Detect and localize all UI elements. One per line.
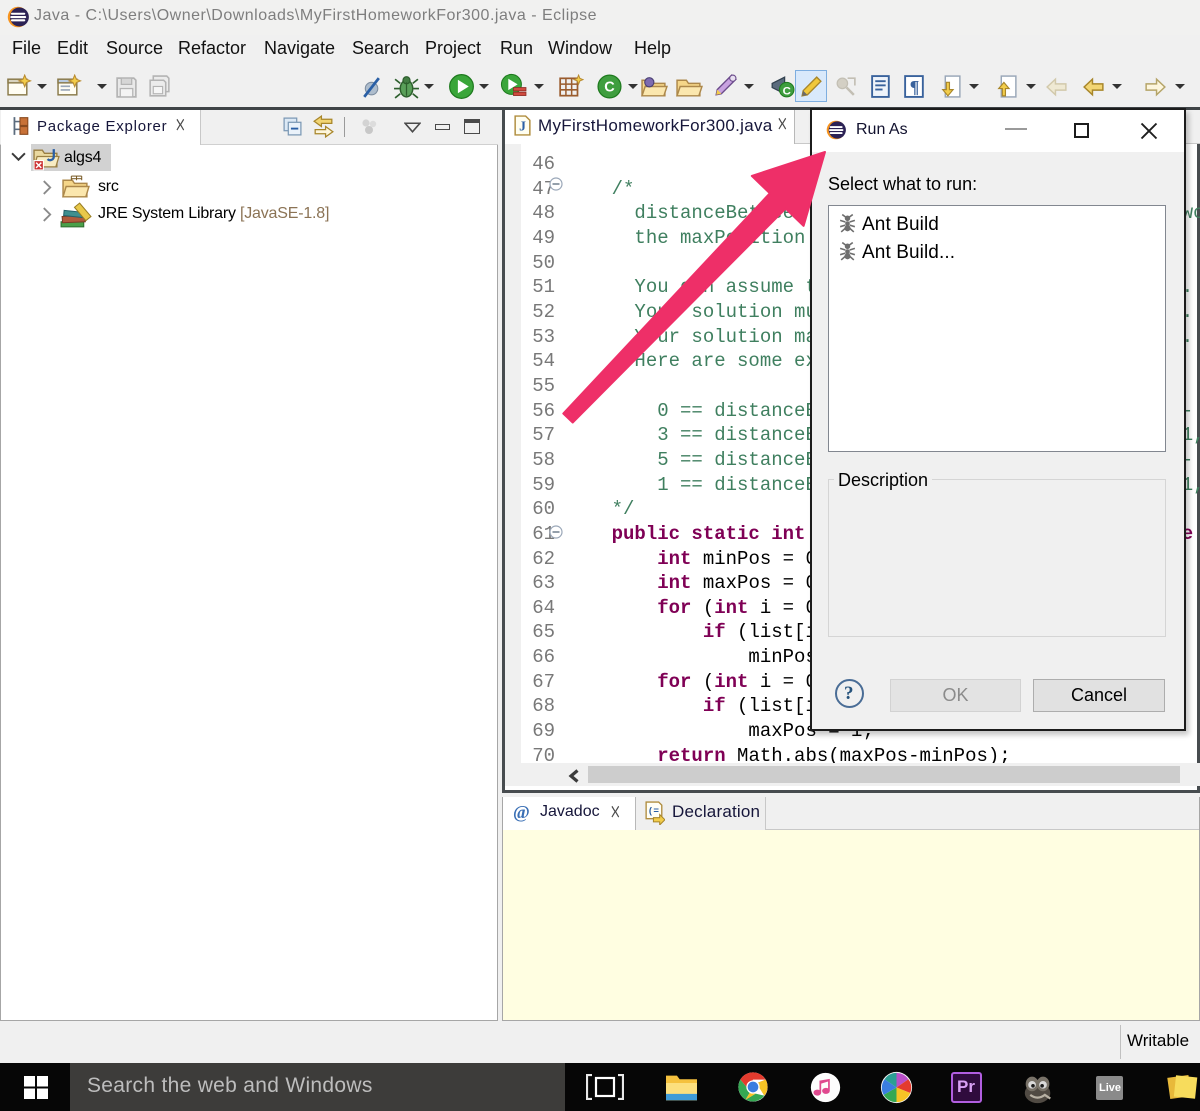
svg-text:(=: (= <box>648 806 660 817</box>
svg-text:¶: ¶ <box>910 77 920 97</box>
svg-text:C: C <box>783 85 791 97</box>
svg-text:J: J <box>519 119 526 134</box>
svg-text:C: C <box>604 80 615 96</box>
